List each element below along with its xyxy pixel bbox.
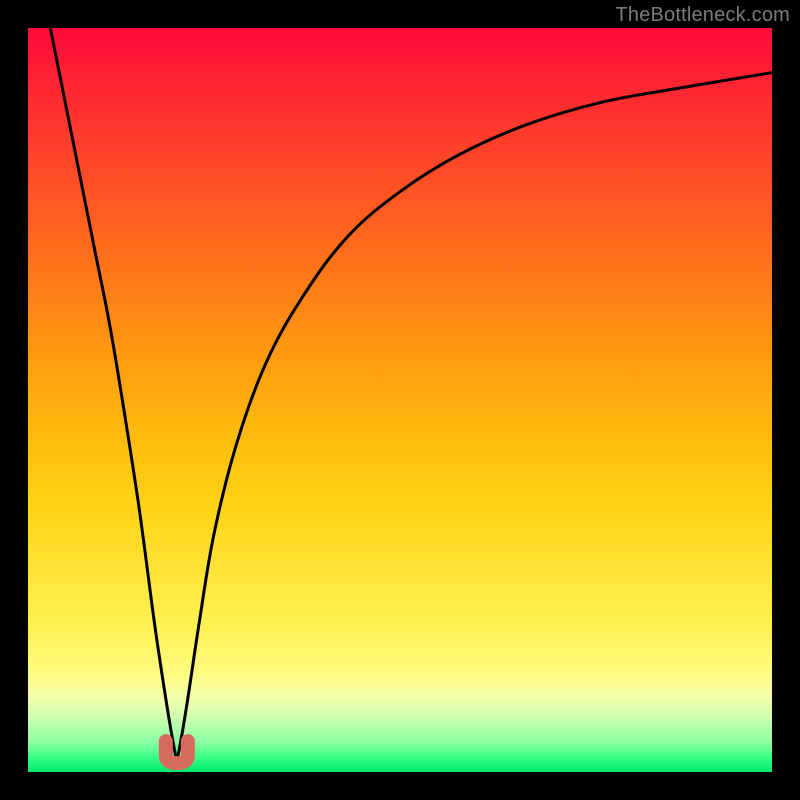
watermark-text: TheBottleneck.com — [615, 4, 790, 27]
chart-frame: TheBottleneck.com — [0, 0, 800, 800]
plot-area — [28, 28, 772, 772]
bottleneck-curve — [28, 28, 772, 772]
